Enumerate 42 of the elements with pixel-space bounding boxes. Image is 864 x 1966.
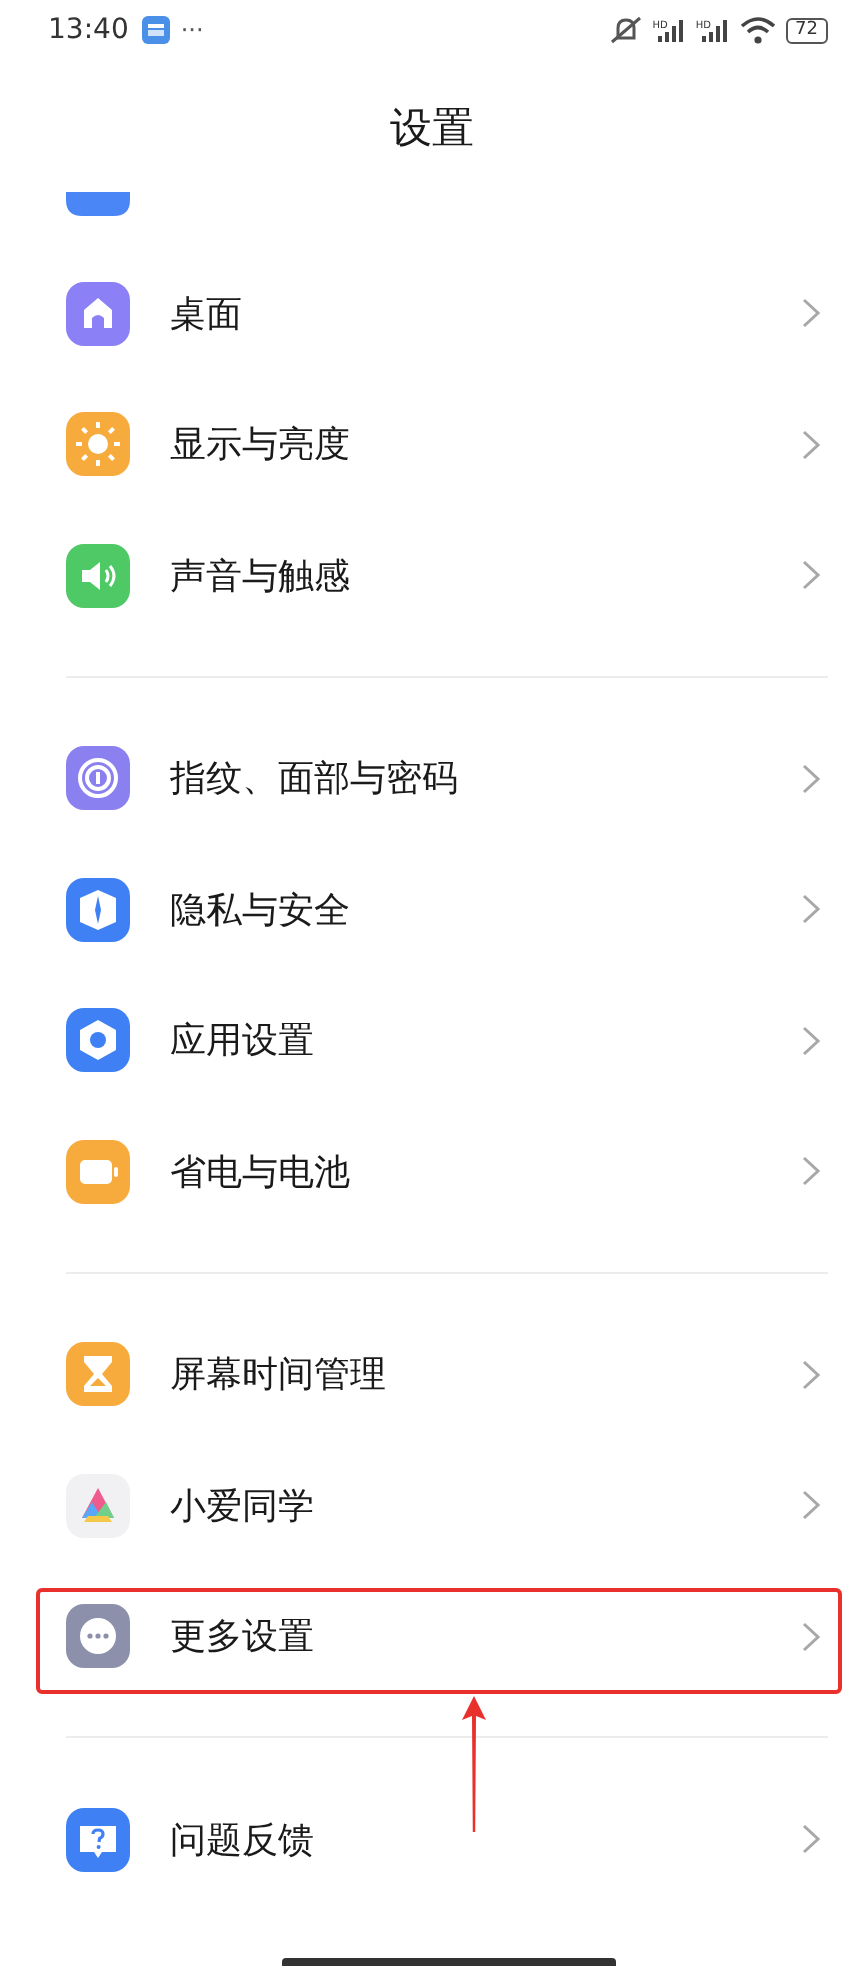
app-icon xyxy=(66,192,130,216)
chevron-right-icon xyxy=(802,1824,820,1855)
arrow-annotation xyxy=(460,1695,488,1831)
mail-icon xyxy=(142,16,171,44)
battery-icon xyxy=(66,1139,130,1204)
settings-item[interactable]: 小爱同学 xyxy=(0,1440,864,1571)
settings-item[interactable]: 问题反馈 xyxy=(0,1774,864,1905)
settings-item[interactable]: 应用设置 xyxy=(0,975,864,1106)
speaker-icon xyxy=(66,543,130,608)
chevron-right-icon xyxy=(802,1359,820,1390)
chevron-right-icon xyxy=(802,763,820,794)
house-icon xyxy=(66,281,130,346)
page-title: 设置 xyxy=(390,102,474,156)
settings-item[interactable]: 显示与亮度 xyxy=(0,379,864,510)
battery-indicator: 72 xyxy=(785,17,828,43)
sun-icon xyxy=(66,412,130,477)
settings-item[interactable]: 指纹、面部与密码 xyxy=(0,713,864,844)
chevron-right-icon xyxy=(802,298,820,329)
signal-icon xyxy=(657,19,686,41)
hourglass-icon xyxy=(66,1342,130,1407)
triangle-logo-icon xyxy=(66,1473,130,1538)
shield-icon xyxy=(66,877,130,942)
mute-icon xyxy=(610,16,643,44)
question-icon xyxy=(66,1807,130,1872)
dots-icon xyxy=(66,1604,130,1669)
settings-item[interactable]: 隐私与安全 xyxy=(0,844,864,975)
clock-time: 13:40 xyxy=(48,14,129,46)
wifi-icon xyxy=(739,16,776,44)
chevron-right-icon xyxy=(802,1490,820,1521)
chevron-right-icon xyxy=(802,429,820,460)
fingerprint-icon xyxy=(66,746,130,811)
chevron-right-icon xyxy=(802,894,820,925)
settings-item[interactable]: 声音与触感 xyxy=(0,510,864,641)
settings-item[interactable]: 省电与电池 xyxy=(0,1106,864,1237)
settings-item[interactable]: 更多设置 xyxy=(0,1571,864,1702)
settings-item[interactable]: 桌面 xyxy=(0,248,864,379)
chevron-right-icon xyxy=(802,1156,820,1187)
chevron-right-icon xyxy=(802,560,820,591)
chevron-right-icon xyxy=(802,1621,820,1652)
settings-item[interactable]: 屏幕时间管理 xyxy=(0,1309,864,1440)
chevron-right-icon xyxy=(802,1025,820,1056)
more-notifications: ··· xyxy=(180,16,204,44)
